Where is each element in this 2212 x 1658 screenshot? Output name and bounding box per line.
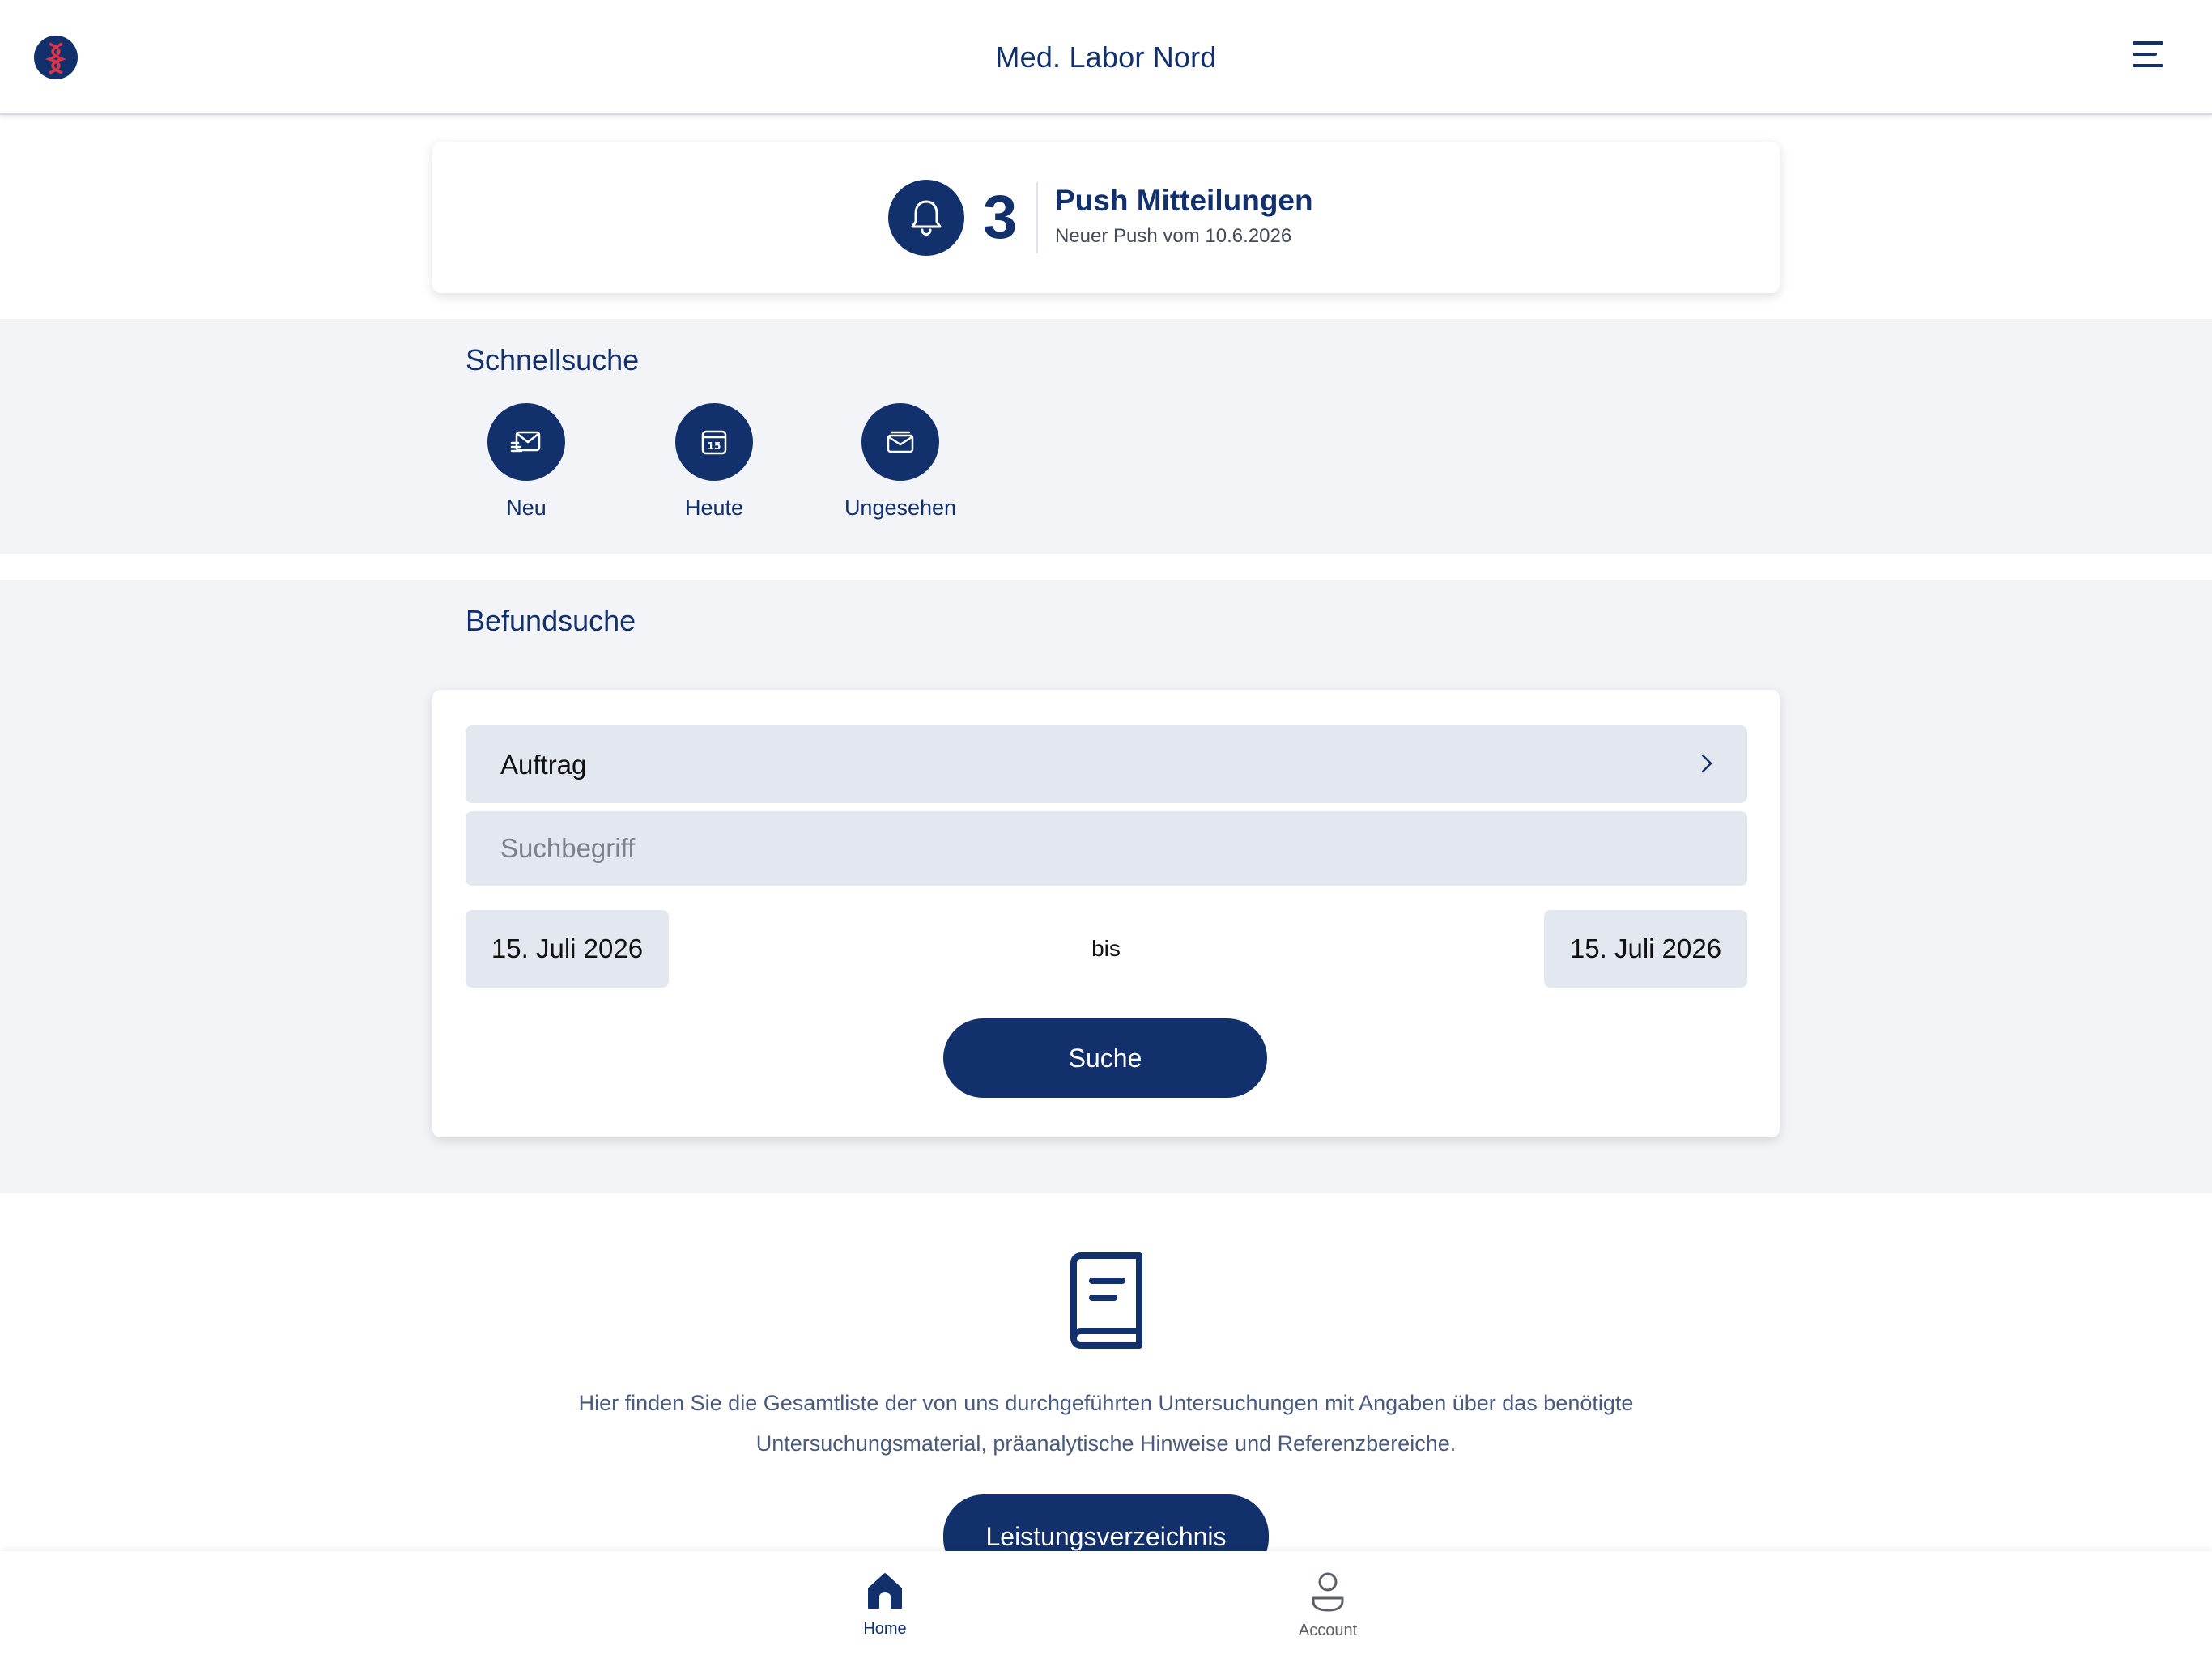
select-label: Auftrag xyxy=(500,750,587,780)
catalog-description-line: Hier finden Sie die Gesamtliste der von … xyxy=(578,1391,1634,1415)
chevron-right-icon xyxy=(1701,754,1712,773)
quick-search-label: Ungesehen xyxy=(844,495,957,520)
bell-icon-badge xyxy=(888,180,964,256)
result-search-card: Auftrag 15. Juli 2026 bis 15. Juli 2026 … xyxy=(432,690,1780,1137)
quick-search-title: Schnellsuche xyxy=(466,343,640,376)
push-title: Push Mitteilungen xyxy=(1055,184,1313,217)
push-count: 3 xyxy=(983,183,1018,252)
tab-label: Home xyxy=(863,1620,907,1638)
tab-label: Account xyxy=(1298,1622,1358,1639)
quick-search-today[interactable]: 15 Heute xyxy=(633,403,795,521)
date-to-field[interactable]: 15. Juli 2026 xyxy=(1544,910,1747,988)
unread-mail-icon xyxy=(887,431,914,453)
tab-account[interactable]: Account xyxy=(1263,1571,1393,1640)
quick-search-section: Schnellsuche Neu 15 Heute Ungesehen xyxy=(0,319,2212,554)
book-icon xyxy=(1070,1252,1142,1349)
search-button[interactable]: Suche xyxy=(943,1018,1267,1098)
quick-search-label: Neu xyxy=(506,495,547,520)
quick-search-label: Heute xyxy=(684,495,744,520)
push-notifications-card[interactable]: 3 Push Mitteilungen Neuer Push vom 10.6.… xyxy=(432,142,1780,293)
result-search-title: Befundsuche xyxy=(466,604,636,637)
quick-search-new[interactable]: Neu xyxy=(445,403,607,521)
hamburger-menu-icon[interactable] xyxy=(2131,37,2168,71)
svg-text:15: 15 xyxy=(708,440,721,452)
quick-search-unseen[interactable]: Ungesehen xyxy=(819,403,981,521)
search-term-input[interactable] xyxy=(466,811,1747,886)
user-icon xyxy=(1312,1572,1344,1612)
app-title: Med. Labor Nord xyxy=(995,40,1217,74)
catalog-description: Hier finden Sie die Gesamtliste der von … xyxy=(0,1383,2212,1464)
top-app-bar: Med. Labor Nord xyxy=(0,0,2212,115)
calendar-icon: 15 xyxy=(701,430,727,455)
divider xyxy=(1036,182,1038,253)
order-type-select[interactable]: Auftrag xyxy=(466,725,1747,803)
tab-home[interactable]: Home xyxy=(820,1571,950,1639)
catalog-description-line: Untersuchungsmaterial, präanalytische Hi… xyxy=(755,1431,1457,1456)
push-subtitle: Neuer Push vom 10.6.2026 xyxy=(1055,225,1292,247)
home-icon xyxy=(868,1573,902,1609)
new-mail-icon xyxy=(510,431,541,453)
bottom-tab-bar: Home Account xyxy=(0,1551,2212,1658)
bell-icon xyxy=(911,200,942,236)
